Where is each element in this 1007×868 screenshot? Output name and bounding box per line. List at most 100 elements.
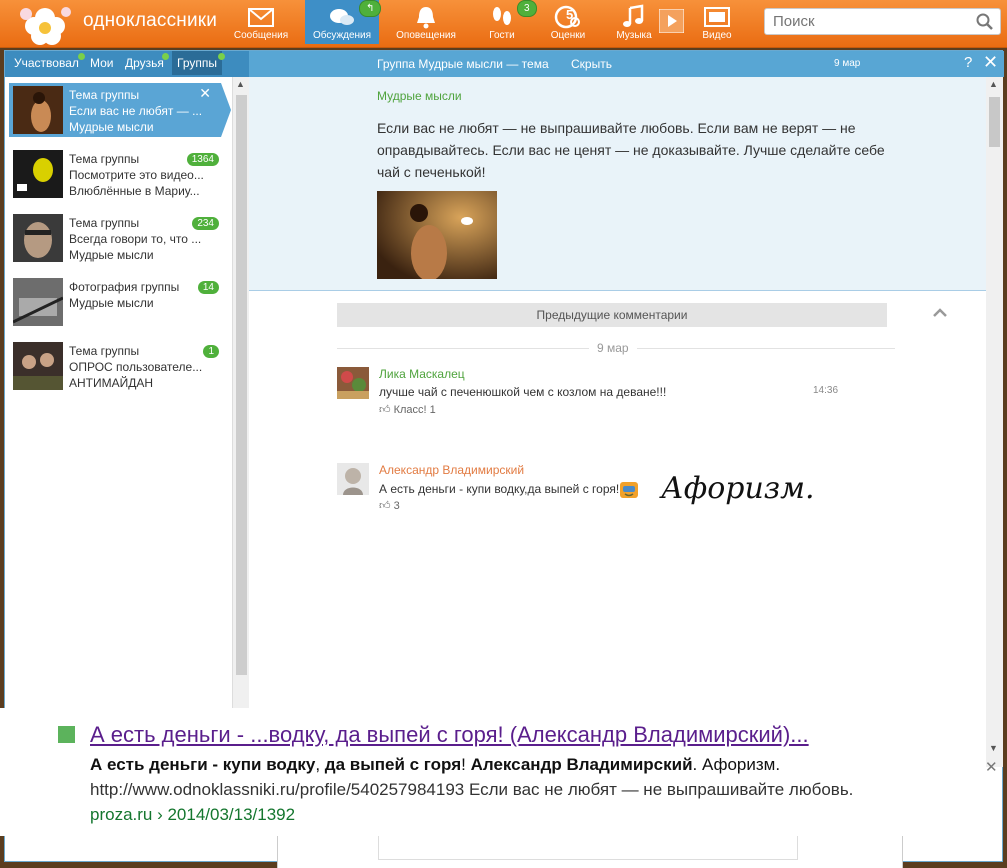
previous-comments-button[interactable]: Предыдущие комментарии bbox=[337, 303, 887, 327]
topic-thumb bbox=[13, 278, 63, 326]
topic-source: Влюблённые в Мариу... bbox=[69, 184, 200, 198]
search-result: А есть деньги - ...водку, да выпей с гор… bbox=[0, 708, 981, 836]
result-snippet-line2: http://www.odnoklassniki.ru/profile/5402… bbox=[90, 780, 854, 799]
nav-notifications[interactable]: Оповещения bbox=[389, 0, 463, 44]
like-count: Класс! 1 bbox=[393, 404, 436, 416]
result-cite[interactable]: proza.ru › 2014/03/13/1392 bbox=[90, 805, 295, 825]
left-scrollbar[interactable]: ▲ bbox=[232, 77, 249, 717]
discussions-back-badge: ↰ bbox=[359, 0, 382, 17]
snippet-highlight: Александр Владимирский bbox=[470, 755, 693, 774]
tab-mine[interactable]: Мои bbox=[85, 51, 119, 75]
topic-date: 9 мар bbox=[834, 58, 861, 69]
new-dot bbox=[218, 53, 225, 60]
topic-thumb bbox=[13, 150, 63, 198]
nav-discussions-label: Обсуждения bbox=[312, 30, 372, 41]
scroll-down-arrow[interactable]: ▼ bbox=[989, 743, 998, 753]
comment: Лика Маскалец лучше чай с печенюшкой чем… bbox=[337, 367, 897, 419]
like-count: 3 bbox=[393, 500, 400, 512]
thumbs-up-icon: 👍︎ bbox=[379, 500, 391, 512]
topic-preview: Посмотрите это видео... bbox=[69, 168, 204, 182]
scroll-thumb[interactable] bbox=[989, 97, 1000, 147]
new-dot bbox=[78, 53, 85, 60]
topic-thumb bbox=[13, 342, 63, 390]
topic-item[interactable]: Тема группы ОПРОС пользователе... АНТИМА… bbox=[9, 339, 221, 393]
topic-thumb bbox=[13, 214, 63, 262]
like-button[interactable]: 👍︎ Класс! 1 bbox=[379, 403, 436, 416]
scroll-up-arrow[interactable]: ▲ bbox=[989, 79, 998, 89]
snippet-highlight: да выпей с горя bbox=[324, 755, 462, 774]
topic-title: Группа Мудрые мысли — тема bbox=[377, 57, 549, 71]
topic-item[interactable]: Тема группы Если вас не любят — ... Мудр… bbox=[9, 83, 231, 137]
scroll-up-arrow[interactable]: ▲ bbox=[236, 79, 245, 89]
close-icon[interactable]: ✕ bbox=[199, 85, 211, 102]
topic-preview: Мудрые мысли bbox=[69, 296, 154, 310]
bottom-input-strip bbox=[277, 836, 903, 868]
comment-text: А есть деньги - купи водку,да выпей с го… bbox=[379, 481, 639, 499]
result-favicon bbox=[58, 726, 75, 743]
nav-video[interactable]: Видео bbox=[680, 0, 754, 44]
search-box bbox=[764, 8, 1001, 35]
snippet-highlight: А есть деньги - купи водку bbox=[90, 755, 316, 774]
post-image[interactable] bbox=[377, 191, 497, 279]
topic-item[interactable]: Тема группы Всегда говори то, что ... Му… bbox=[9, 211, 221, 265]
result-title-link[interactable]: А есть деньги - ...водку, да выпей с гор… bbox=[90, 722, 809, 748]
nav-video-label: Видео bbox=[702, 30, 732, 41]
right-scrollbar[interactable]: ▲ ▼ bbox=[986, 77, 1003, 767]
comment-text: лучше чай с печенюшкой чем с козлом на д… bbox=[379, 385, 667, 399]
post-text: Если вас не любят — не выпрашивайте любо… bbox=[377, 120, 885, 180]
nav-notifications-label: Оповещения bbox=[396, 30, 456, 41]
footprints-icon bbox=[493, 7, 511, 25]
post: Мудрые мысли Если вас не любят — не выпр… bbox=[249, 77, 986, 291]
close-icon[interactable]: ✕ bbox=[985, 758, 998, 776]
chat-bubbles-icon bbox=[330, 9, 354, 25]
logo-text[interactable]: одноклассники bbox=[83, 10, 217, 32]
avatar[interactable] bbox=[337, 463, 369, 495]
scroll-thumb[interactable] bbox=[236, 95, 247, 675]
search-input[interactable] bbox=[765, 9, 965, 34]
smiley-icon bbox=[620, 482, 639, 498]
aphorism-watermark: Афоризм. bbox=[661, 471, 815, 506]
topic-type: Тема группы bbox=[69, 88, 140, 102]
topic-type: Фотография группы bbox=[69, 280, 180, 294]
topic-preview: Всегда говори то, что ... bbox=[69, 232, 202, 246]
comment-text-body: А есть деньги - купи водку,да выпей с го… bbox=[379, 482, 620, 497]
nav-guests[interactable]: 3 Гости bbox=[465, 0, 539, 44]
new-dot bbox=[162, 53, 169, 60]
ratings-badge: 5 bbox=[566, 7, 574, 22]
topic-item[interactable]: Фотография группы Мудрые мысли 14 bbox=[9, 275, 221, 329]
avatar[interactable] bbox=[337, 367, 369, 399]
nav-messages[interactable]: Сообщения bbox=[224, 0, 298, 44]
music-note-icon bbox=[623, 4, 644, 27]
help-icon[interactable]: ? bbox=[964, 54, 972, 71]
nav-ratings[interactable]: 5 Оценки bbox=[531, 0, 605, 44]
chevron-up-icon[interactable] bbox=[932, 305, 948, 319]
comment-author[interactable]: Лика Маскалец bbox=[379, 367, 465, 381]
active-arrow bbox=[221, 83, 231, 137]
topic-source: Мудрые мысли bbox=[69, 120, 154, 134]
topic-type: Тема группы bbox=[69, 152, 140, 166]
snippet-text: , bbox=[315, 755, 325, 774]
hide-button[interactable]: Скрыть bbox=[571, 57, 612, 71]
topic-preview: ОПРОС пользователе... bbox=[69, 360, 203, 374]
thumbs-up-icon: 👍︎ bbox=[379, 404, 391, 416]
tab-groups[interactable]: Группы bbox=[172, 51, 222, 75]
comment-author[interactable]: Александр Владимирский bbox=[379, 463, 524, 477]
post-group-link[interactable]: Мудрые мысли bbox=[377, 89, 462, 103]
date-separator: 9 мар bbox=[589, 341, 637, 355]
close-icon[interactable]: ✕ bbox=[983, 52, 998, 73]
tab-participated[interactable]: Участвовал bbox=[9, 51, 84, 75]
comment-input-area[interactable] bbox=[378, 836, 798, 860]
topic-source: Мудрые мысли bbox=[69, 248, 154, 262]
like-button[interactable]: 👍︎ 3 bbox=[379, 499, 400, 512]
topic-item[interactable]: Тема группы Посмотрите это видео... Влюб… bbox=[9, 147, 221, 201]
nav-discussions[interactable]: ↰ Обсуждения bbox=[305, 0, 382, 44]
film-icon bbox=[704, 7, 730, 27]
snippet-text: . Афоризм. bbox=[692, 755, 781, 774]
left-tabs: Участвовал Мои Друзья Группы bbox=[5, 51, 249, 77]
topic-source: АНТИМАЙДАН bbox=[69, 376, 154, 390]
topic-type: Тема группы bbox=[69, 216, 140, 230]
logo-flower-icon[interactable] bbox=[14, 0, 76, 46]
search-icon[interactable] bbox=[976, 13, 994, 31]
topic-thumb bbox=[13, 86, 63, 134]
comment-time: 14:36 bbox=[813, 385, 839, 396]
